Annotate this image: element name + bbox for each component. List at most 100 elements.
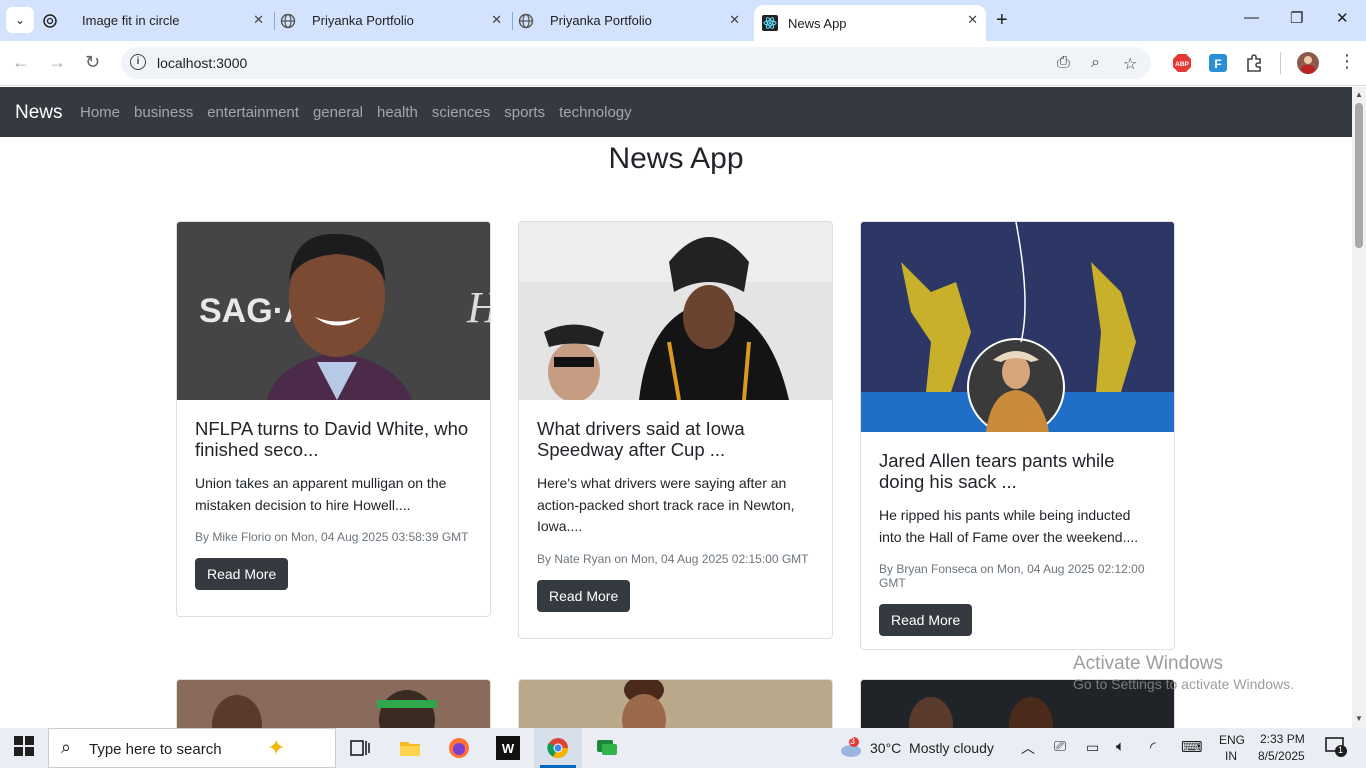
weather-text[interactable]: 30°C Mostly cloudy — [870, 740, 994, 756]
clock-time[interactable]: 2:33 PM — [1260, 732, 1305, 746]
minimize-icon[interactable]: — — [1244, 9, 1259, 26]
article-image — [861, 222, 1174, 432]
news-card: SAG·A H NFLPA turns to David White, who … — [176, 221, 491, 617]
tab-divider — [512, 12, 513, 30]
close-tab-icon[interactable]: ✕ — [253, 12, 264, 28]
svg-text:ABP: ABP — [1175, 61, 1189, 68]
site-info-icon[interactable]: i — [130, 54, 146, 70]
tab-news-app[interactable]: News App ✕ — [754, 5, 986, 41]
svg-text:H: H — [466, 283, 490, 332]
page-scrollbar[interactable]: ▲ ▼ — [1352, 87, 1366, 728]
card-meta: By Bryan Fonseca on Mon, 04 Aug 2025 02:… — [879, 562, 1145, 590]
close-tab-icon[interactable]: ✕ — [491, 12, 502, 28]
webstorm-icon[interactable]: W — [496, 736, 520, 760]
close-tab-icon[interactable]: ✕ — [729, 12, 740, 28]
tab-search-button[interactable]: ⌄ — [6, 7, 34, 33]
windows-start-icon[interactable] — [14, 736, 38, 760]
chat-app-icon[interactable] — [595, 736, 619, 760]
search-placeholder: Type here to search — [89, 741, 222, 758]
volume-icon[interactable]: 🔈︎ — [1116, 738, 1125, 755]
profile-avatar[interactable] — [1297, 52, 1319, 74]
back-arrow-icon[interactable]: ← — [12, 52, 30, 73]
nav-link-home[interactable]: Home — [80, 104, 120, 121]
url-text[interactable]: localhost:3000 — [157, 55, 247, 71]
language-region[interactable]: IN — [1225, 749, 1237, 763]
chrome-icon[interactable] — [546, 736, 570, 760]
card-title: NFLPA turns to David White, who finished… — [195, 418, 469, 460]
tab-title: Priyanka Portfolio — [312, 13, 414, 28]
globe-icon — [280, 13, 296, 29]
chatgpt-icon — [42, 13, 58, 29]
news-card: Jared Allen tears pants while doing his … — [860, 221, 1175, 650]
nav-link-business[interactable]: business — [134, 104, 193, 121]
windows-taskbar: ⌕ Type here to search ✦ W 3 30°C Mostly … — [0, 728, 1366, 768]
card-description: Union takes an apparent mulligan on the … — [195, 475, 447, 513]
card-title: What drivers said at Iowa Speedway after… — [537, 418, 745, 460]
toolbar-divider — [1280, 52, 1281, 74]
read-more-button[interactable]: Read More — [879, 604, 973, 636]
card-title: Jared Allen tears pants while doing his … — [879, 450, 1115, 492]
keyboard-icon[interactable]: ⌨ — [1181, 738, 1203, 756]
tab-portfolio-2[interactable]: Priyanka Portfolio ✕ — [518, 0, 748, 41]
extension-f-icon[interactable]: F — [1208, 53, 1228, 73]
app-navbar: News Home business entertainment general… — [0, 87, 1352, 137]
scroll-up-icon[interactable]: ▲ — [1355, 90, 1363, 99]
address-bar[interactable]: i localhost:3000 ⎙ ⌕ ☆ — [121, 47, 1151, 79]
nav-link-sciences[interactable]: sciences — [432, 104, 490, 121]
nav-link-sports[interactable]: sports — [504, 104, 545, 121]
file-explorer-icon[interactable] — [398, 736, 422, 760]
nav-link-technology[interactable]: technology — [559, 104, 632, 121]
article-image: SAG·A H — [177, 222, 490, 400]
tab-image-fit[interactable]: Image fit in circle ✕ — [42, 0, 272, 41]
show-hidden-icons[interactable]: ︿ — [1021, 738, 1035, 758]
tab-portfolio-1[interactable]: Priyanka Portfolio ✕ — [280, 0, 510, 41]
svg-text:F: F — [1214, 57, 1221, 71]
language-eng[interactable]: ENG — [1219, 733, 1245, 747]
nav-link-entertainment[interactable]: entertainment — [207, 104, 299, 121]
new-tab-icon[interactable]: + — [996, 9, 1008, 32]
card-meta: By Nate Ryan on Mon, 04 Aug 2025 02:15:0… — [537, 551, 809, 566]
camera-icon[interactable]: ⎚ — [1054, 738, 1066, 755]
battery-icon[interactable]: ▭ — [1086, 739, 1099, 756]
forward-arrow-icon[interactable]: → — [48, 52, 66, 73]
notification-icon[interactable] — [1325, 736, 1349, 760]
nav-link-general[interactable]: general — [313, 104, 363, 121]
activate-windows-title: Activate Windows — [1073, 653, 1223, 674]
read-more-button[interactable]: Read More — [195, 558, 289, 590]
weather-badge: 3 — [850, 736, 856, 746]
install-app-icon[interactable]: ⎙ — [1057, 54, 1070, 72]
clock-date[interactable]: 8/5/2025 — [1258, 749, 1305, 763]
close-window-icon[interactable]: ✕ — [1336, 9, 1349, 27]
nav-link-health[interactable]: health — [377, 104, 418, 121]
close-tab-icon[interactable]: ✕ — [967, 12, 978, 28]
card-meta: By Mike Florio on Mon, 04 Aug 2025 03:58… — [195, 530, 469, 544]
adblock-icon[interactable]: ABP — [1172, 53, 1192, 73]
tab-title: Image fit in circle — [82, 13, 180, 28]
navbar-brand[interactable]: News — [15, 102, 63, 124]
card-description: He ripped his pants while being inducted… — [879, 507, 1139, 545]
article-image — [519, 222, 832, 400]
bookmark-star-icon[interactable]: ☆ — [1123, 54, 1137, 74]
task-view-icon[interactable] — [348, 736, 372, 760]
svg-text:W: W — [502, 741, 515, 756]
scroll-down-icon[interactable]: ▼ — [1355, 714, 1363, 723]
taskbar-search-box[interactable]: ⌕ Type here to search ✦ — [48, 728, 336, 768]
firefox-icon[interactable] — [447, 736, 471, 760]
scrollbar-thumb[interactable] — [1355, 103, 1363, 248]
wifi-icon[interactable]: ◜ — [1150, 738, 1156, 756]
news-card: What drivers said at Iowa Speedway after… — [518, 221, 833, 639]
tab-strip: ⌄ Image fit in circle ✕ Priyanka Portfol… — [0, 0, 1366, 41]
card-body: What drivers said at Iowa Speedway after… — [519, 400, 832, 628]
browser-toolbar: ← → ↻ i localhost:3000 ⎙ ⌕ ☆ ABP F ⋮ — [0, 41, 1366, 86]
tab-divider — [274, 12, 275, 30]
tab-title: Priyanka Portfolio — [550, 13, 652, 28]
read-more-button[interactable]: Read More — [537, 579, 631, 612]
nav-links: Home business entertainment general heal… — [80, 104, 646, 121]
extensions-puzzle-icon[interactable] — [1244, 53, 1264, 73]
zoom-icon[interactable]: ⌕ — [1091, 54, 1100, 72]
reload-icon[interactable]: ↻ — [85, 52, 100, 73]
card-body: Jared Allen tears pants while doing his … — [861, 432, 1174, 649]
restore-icon[interactable]: ❐ — [1290, 9, 1303, 27]
react-icon — [762, 15, 778, 31]
browser-menu-icon[interactable]: ⋮ — [1338, 51, 1356, 72]
